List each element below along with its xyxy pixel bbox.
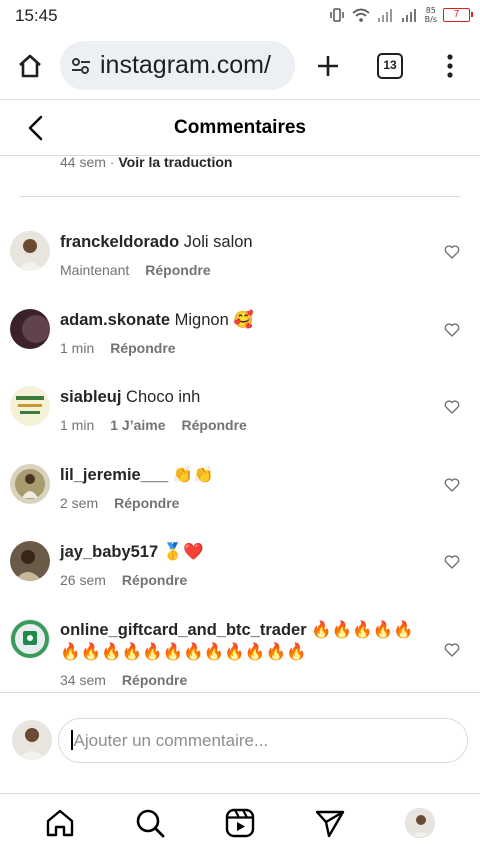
comment-text: 🥇❤️ [162, 543, 204, 561]
network-speed: 85 B/s [425, 6, 437, 24]
browser-toolbar: instagram.com/ 13 [0, 32, 480, 100]
comment-body: jay_baby517 🥇❤️ 26 sem Répondre [60, 541, 430, 588]
direct-messages-icon[interactable] [315, 808, 345, 838]
comment-text: Choco inh [126, 388, 201, 406]
comment-time: 34 sem [60, 672, 106, 688]
comment-body: lil_jeremie___ 👏👏 2 sem Répondre [60, 464, 430, 511]
previous-comment-meta: 44 sem · Voir la traduction [60, 154, 232, 170]
comment-username[interactable]: lil_jeremie___ [60, 466, 168, 484]
vibrate-icon [329, 8, 344, 22]
battery-indicator: 7 [443, 8, 473, 22]
more-menu-icon[interactable] [440, 52, 460, 80]
comment-time: 1 min [60, 340, 95, 356]
like-heart-icon[interactable] [444, 244, 460, 260]
add-comment-bar: Ajouter un commentaire... [0, 692, 480, 794]
home-icon[interactable] [16, 52, 44, 80]
comment-time: 2 sem [60, 495, 99, 511]
comment-time: 26 sem [60, 572, 106, 588]
like-heart-icon[interactable] [444, 642, 460, 658]
avatar[interactable] [10, 386, 50, 426]
page-title: Commentaires [174, 117, 306, 138]
avatar[interactable] [10, 309, 50, 349]
comment-body: online_giftcard_and_btc_trader 🔥🔥🔥🔥🔥🔥🔥🔥🔥… [60, 619, 430, 688]
reply-button[interactable]: Répondre [122, 672, 187, 688]
wifi-icon [352, 8, 370, 22]
comment-body: siableuj Choco inh 1 min 1 J’aime Répondre [60, 386, 430, 433]
comment-username[interactable]: franckeldorado [60, 233, 179, 251]
comment-time: Maintenant [60, 262, 130, 278]
divider [20, 196, 460, 197]
search-icon[interactable] [135, 808, 165, 838]
previous-comment-time: 44 sem [60, 154, 106, 170]
comment-username[interactable]: siableuj [60, 388, 121, 406]
new-tab-icon[interactable] [314, 52, 342, 80]
reply-button[interactable]: Répondre [145, 262, 210, 278]
net-speed-unit: B/s [424, 15, 437, 24]
bottom-navigation [0, 795, 480, 854]
like-heart-icon[interactable] [444, 477, 460, 493]
comment-text: Joli salon [183, 233, 253, 251]
comment-username[interactable]: jay_baby517 [60, 543, 158, 561]
status-bar: 15:45 85 B/s 7 [0, 0, 480, 32]
like-heart-icon[interactable] [444, 554, 460, 570]
reply-button[interactable]: Répondre [122, 572, 187, 588]
reply-button[interactable]: Répondre [114, 495, 179, 511]
status-time: 15:45 [15, 6, 58, 25]
signal-icon-2 [401, 9, 416, 22]
comments-header: Commentaires [0, 100, 480, 156]
comment-username[interactable]: online_giftcard_and_btc_trader [60, 621, 307, 639]
reply-button[interactable]: Répondre [110, 340, 175, 356]
meta-separator: · [105, 154, 119, 170]
like-count[interactable]: 1 J’aime [110, 417, 165, 433]
like-heart-icon[interactable] [444, 399, 460, 415]
comment-body: franckeldorado Joli salon Maintenant Répo… [60, 231, 430, 278]
comment-username[interactable]: adam.skonate [60, 311, 170, 329]
avatar[interactable] [10, 619, 50, 659]
current-user-avatar [12, 720, 52, 760]
comment-text: Mignon 🥰 [174, 311, 254, 329]
address-bar[interactable]: instagram.com/ [60, 41, 295, 90]
comment-input-placeholder: Ajouter un commentaire... [73, 731, 269, 750]
avatar[interactable] [10, 231, 50, 271]
net-speed-value: 85 [425, 6, 436, 15]
signal-icon-1 [377, 9, 392, 22]
reply-button[interactable]: Répondre [182, 417, 247, 433]
text-caret [71, 730, 73, 750]
avatar[interactable] [10, 541, 50, 581]
reels-icon[interactable] [225, 808, 255, 838]
like-heart-icon[interactable] [444, 322, 460, 338]
comment-body: adam.skonate Mignon 🥰 1 min Répondre [60, 309, 430, 356]
site-settings-icon[interactable] [70, 55, 92, 77]
see-translation-link[interactable]: Voir la traduction [118, 154, 232, 170]
url-text: instagram.com/ [100, 51, 271, 79]
profile-avatar[interactable] [405, 808, 435, 838]
comment-time: 1 min [60, 417, 95, 433]
tab-switcher-button[interactable]: 13 [377, 53, 403, 79]
comment-input[interactable]: Ajouter un commentaire... [58, 718, 468, 763]
home-icon[interactable] [45, 808, 75, 838]
status-icons: 85 B/s 7 [329, 6, 473, 24]
comment-text: 👏👏 [172, 466, 214, 484]
avatar[interactable] [10, 464, 50, 504]
